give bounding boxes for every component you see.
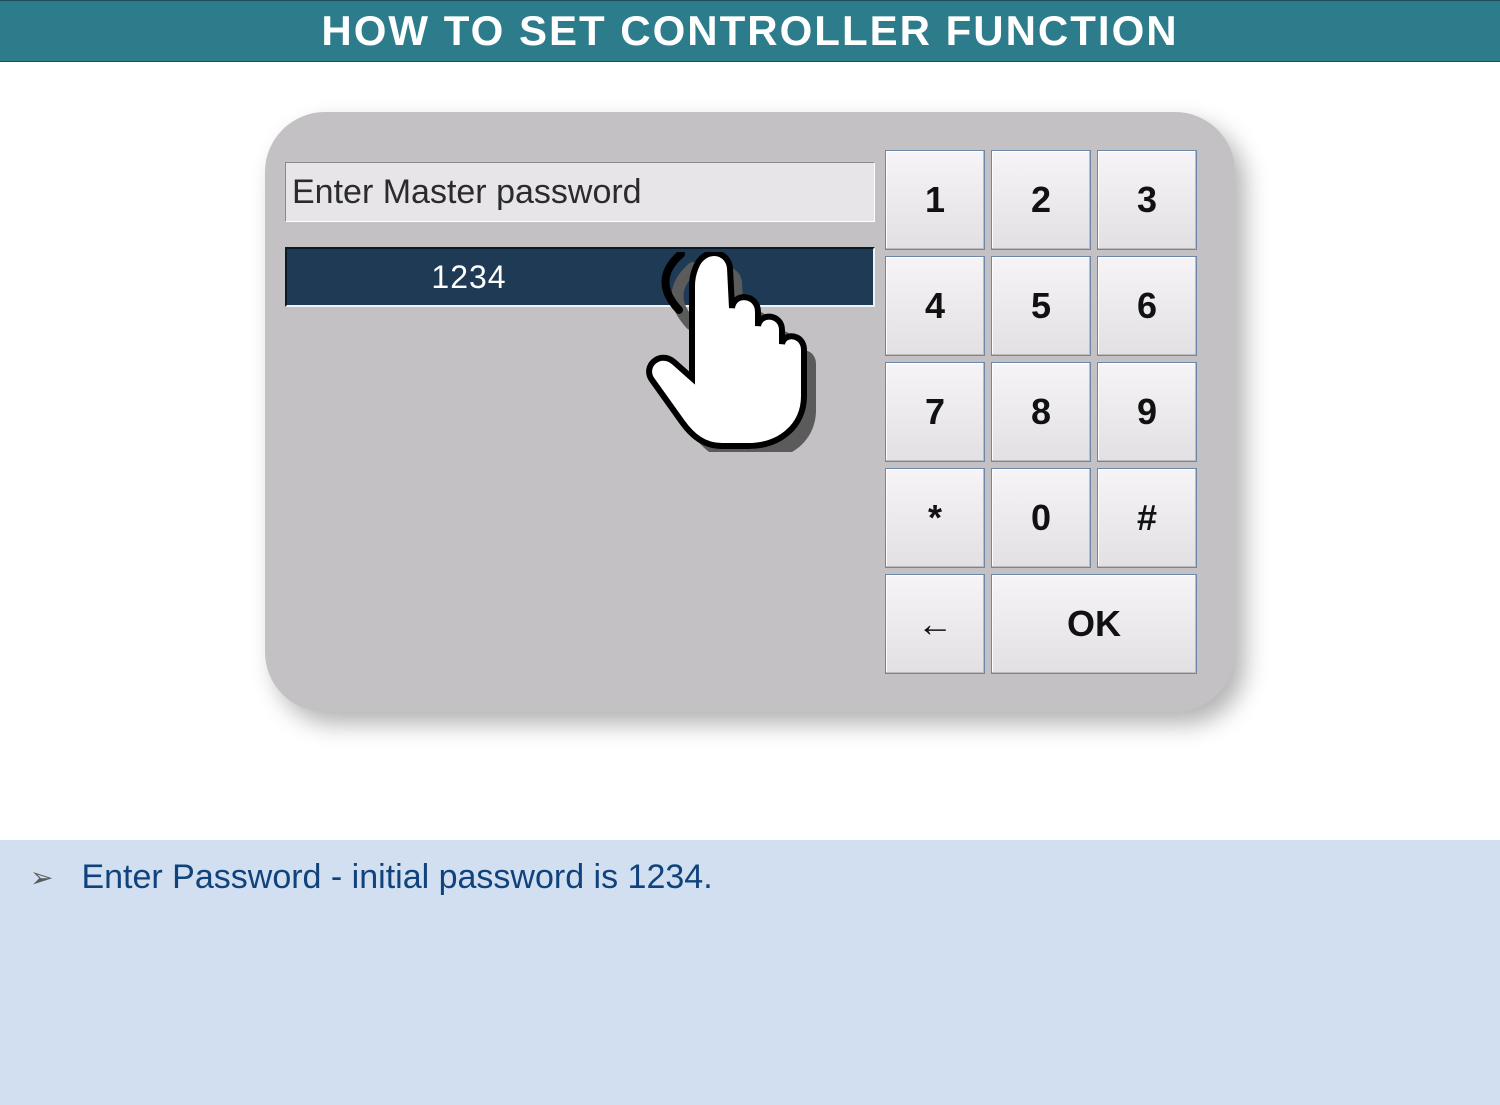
- instruction-text: Enter Password - initial password is 123…: [81, 858, 712, 897]
- key-8[interactable]: 8: [991, 362, 1091, 462]
- key-3[interactable]: 3: [1097, 150, 1197, 250]
- key-6[interactable]: 6: [1097, 256, 1197, 356]
- key-4[interactable]: 4: [885, 256, 985, 356]
- bullet-icon: ➢: [30, 861, 53, 894]
- key-backspace[interactable]: ←: [885, 574, 985, 674]
- device-panel: Enter Master password 1234 1 2 3 4 5: [265, 112, 1235, 712]
- instruction-line: ➢ Enter Password - initial password is 1…: [0, 840, 1500, 897]
- password-value: 1234: [289, 250, 649, 304]
- key-hash[interactable]: #: [1097, 468, 1197, 568]
- key-1[interactable]: 1: [885, 150, 985, 250]
- instruction-bar: ➢ Enter Password - initial password is 1…: [0, 840, 1500, 1105]
- key-0[interactable]: 0: [991, 468, 1091, 568]
- page-title: HOW TO SET CONTROLLER FUNCTION: [0, 0, 1500, 62]
- numeric-keypad: 1 2 3 4 5 6 7 8 9 * 0 # ← OK: [885, 150, 1205, 674]
- key-ok[interactable]: OK: [991, 574, 1197, 674]
- key-2[interactable]: 2: [991, 150, 1091, 250]
- key-7[interactable]: 7: [885, 362, 985, 462]
- panel-wrap: Enter Master password 1234 1 2 3 4 5: [0, 62, 1500, 712]
- key-9[interactable]: 9: [1097, 362, 1197, 462]
- key-5[interactable]: 5: [991, 256, 1091, 356]
- password-prompt: Enter Master password: [285, 162, 875, 222]
- key-star[interactable]: *: [885, 468, 985, 568]
